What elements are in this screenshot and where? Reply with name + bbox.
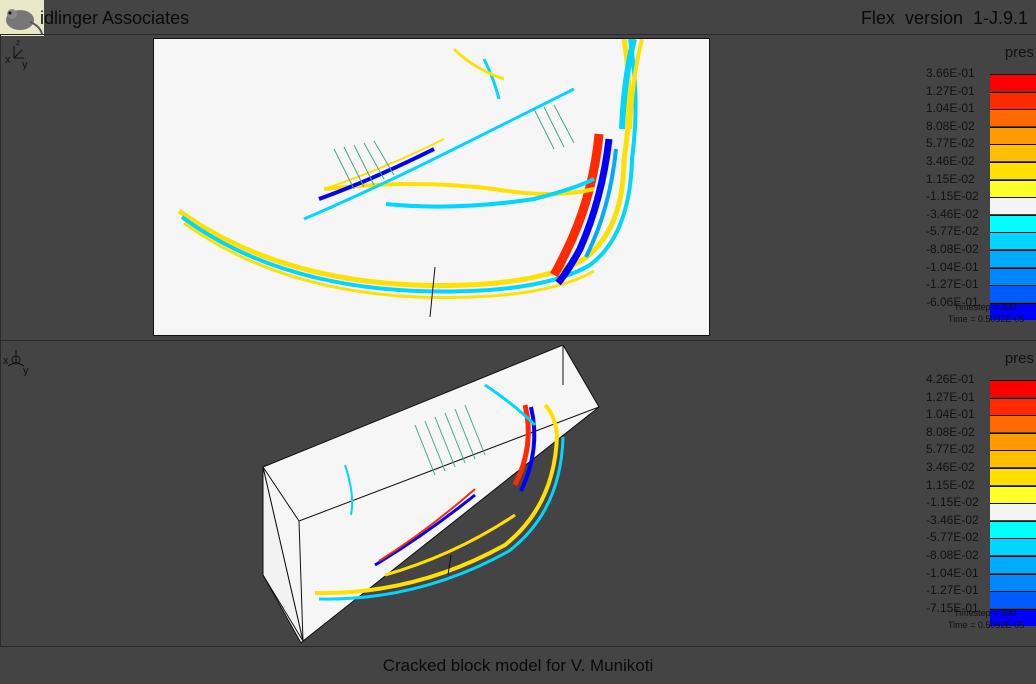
top-legend-label: 3.46E-02 bbox=[926, 154, 975, 168]
bottom-legend-row: 4.26E-01 bbox=[920, 372, 1036, 397]
bottom-legend-row: 1.15E-02 bbox=[920, 477, 1036, 503]
top-legend-row: -1.15E-02 bbox=[920, 189, 1036, 215]
panel-divider bbox=[0, 340, 1036, 341]
top-legend-row: -1.27E-01 bbox=[920, 277, 1036, 303]
top-legend: pres 3.66E-01 1.27E-01 1.04E-01 8.08E-02 5.7… bbox=[920, 44, 1036, 334]
bottom-legend-label: -1.15E-02 bbox=[926, 495, 979, 510]
bottom-legend-title: pres bbox=[1004, 350, 1034, 367]
top-legend-row: -5.77E-02 bbox=[920, 224, 1036, 250]
top-legend-label: -1.27E-01 bbox=[926, 277, 979, 292]
footer-divider bbox=[0, 646, 1036, 647]
bottom-legend-label: -1.27E-01 bbox=[926, 583, 979, 598]
top-legend-label: 8.08E-02 bbox=[926, 118, 975, 133]
bottom-legend-row: -1.15E-02 bbox=[920, 495, 1036, 521]
model-caption: Cracked block model for V. Munikoti bbox=[382, 656, 654, 675]
bottom-legend-row: 5.77E-02 bbox=[920, 442, 1036, 468]
bottom-axis-y-label: y bbox=[23, 365, 29, 376]
bottom-legend-label: 4.26E-01 bbox=[926, 372, 975, 386]
top-legend-title: pres bbox=[1004, 44, 1034, 61]
bottom-legend-row: 1.04E-01 bbox=[920, 407, 1036, 433]
svg-text:z: z bbox=[16, 38, 20, 47]
top-legend-row: 3.46E-02 bbox=[920, 154, 1036, 179]
top-legend-label: -5.77E-02 bbox=[926, 224, 979, 239]
left-border bbox=[0, 34, 1, 646]
bottom-legend-label: -8.08E-02 bbox=[926, 548, 979, 562]
top-axis-y-label: y bbox=[22, 59, 28, 70]
top-legend-row: 1.27E-01 bbox=[920, 83, 1036, 109]
top-legend-label: -1.04E-01 bbox=[926, 259, 979, 274]
top-legend-timestep: Timestep = 330 bbox=[954, 302, 1016, 312]
company-name: idlinger Associates bbox=[40, 8, 190, 28]
top-legend-label: 1.27E-01 bbox=[926, 83, 975, 98]
bottom-legend-label: 8.08E-02 bbox=[926, 424, 975, 439]
top-legend-label: 3.66E-01 bbox=[926, 66, 975, 80]
top-legend-label: -1.15E-02 bbox=[926, 189, 979, 204]
top-legend-label: 1.04E-01 bbox=[926, 101, 975, 116]
top-legend-label: 5.77E-02 bbox=[926, 136, 975, 151]
bottom-legend-row: -1.04E-01 bbox=[920, 565, 1036, 591]
top-legend-row: 1.15E-02 bbox=[920, 171, 1036, 197]
top-view-plot bbox=[153, 38, 710, 336]
top-legend-label: 1.15E-02 bbox=[926, 171, 975, 186]
bottom-legend-time: Time = 0.5092E-05 bbox=[948, 620, 1025, 630]
bottom-legend-label: 5.77E-02 bbox=[926, 442, 975, 457]
top-legend-row: -1.04E-01 bbox=[920, 259, 1036, 285]
bottom-legend-label: 1.15E-02 bbox=[926, 477, 975, 492]
bottom-axis-x-label: x bbox=[3, 355, 9, 367]
bottom-legend-label: -5.77E-02 bbox=[926, 530, 979, 545]
bottom-axis-triad: x y bbox=[2, 342, 38, 377]
bottom-legend-row: 8.08E-02 bbox=[920, 424, 1036, 450]
top-legend-row: -3.46E-02 bbox=[920, 206, 1036, 232]
top-legend-row: 1.04E-01 bbox=[920, 101, 1036, 127]
app-logo bbox=[0, 0, 44, 36]
bottom-legend-label: -1.04E-01 bbox=[926, 565, 979, 580]
top-legend-row: 8.08E-02 bbox=[920, 118, 1036, 144]
bottom-legend: pres 4.26E-01 1.27E-01 1.04E-01 8.08E-02 5.7… bbox=[920, 350, 1036, 640]
bottom-legend-label: 3.46E-02 bbox=[926, 460, 975, 474]
top-axis-triad: x y z bbox=[2, 36, 38, 71]
top-legend-time: Time = 0.5092E-05 bbox=[948, 314, 1025, 324]
bottom-legend-row: -3.46E-02 bbox=[920, 512, 1036, 538]
top-legend-label: -8.08E-02 bbox=[926, 242, 979, 256]
iso-view-plot bbox=[255, 344, 605, 645]
top-axis-x-label: x bbox=[5, 54, 11, 66]
bottom-legend-row: -5.77E-02 bbox=[920, 530, 1036, 556]
bottom-legend-row: 1.27E-01 bbox=[920, 389, 1036, 415]
bottom-legend-timestep: Timestep = 330 bbox=[954, 608, 1016, 618]
bottom-legend-label: 1.04E-01 bbox=[926, 407, 975, 422]
bottom-legend-row: 3.46E-02 bbox=[920, 460, 1036, 485]
header-divider bbox=[0, 34, 1036, 35]
bottom-legend-row: -8.08E-02 bbox=[920, 548, 1036, 573]
bottom-legend-label: -3.46E-02 bbox=[926, 512, 979, 527]
bottom-legend-row: -1.27E-01 bbox=[920, 583, 1036, 609]
top-legend-row: 3.66E-01 bbox=[920, 66, 1036, 91]
bottom-legend-label: 1.27E-01 bbox=[926, 389, 975, 404]
version-label: Flex version 1-J.9.1 bbox=[860, 8, 1028, 28]
top-legend-row: 5.77E-02 bbox=[920, 136, 1036, 162]
top-legend-label: -3.46E-02 bbox=[926, 206, 979, 221]
top-legend-row: -8.08E-02 bbox=[920, 242, 1036, 267]
